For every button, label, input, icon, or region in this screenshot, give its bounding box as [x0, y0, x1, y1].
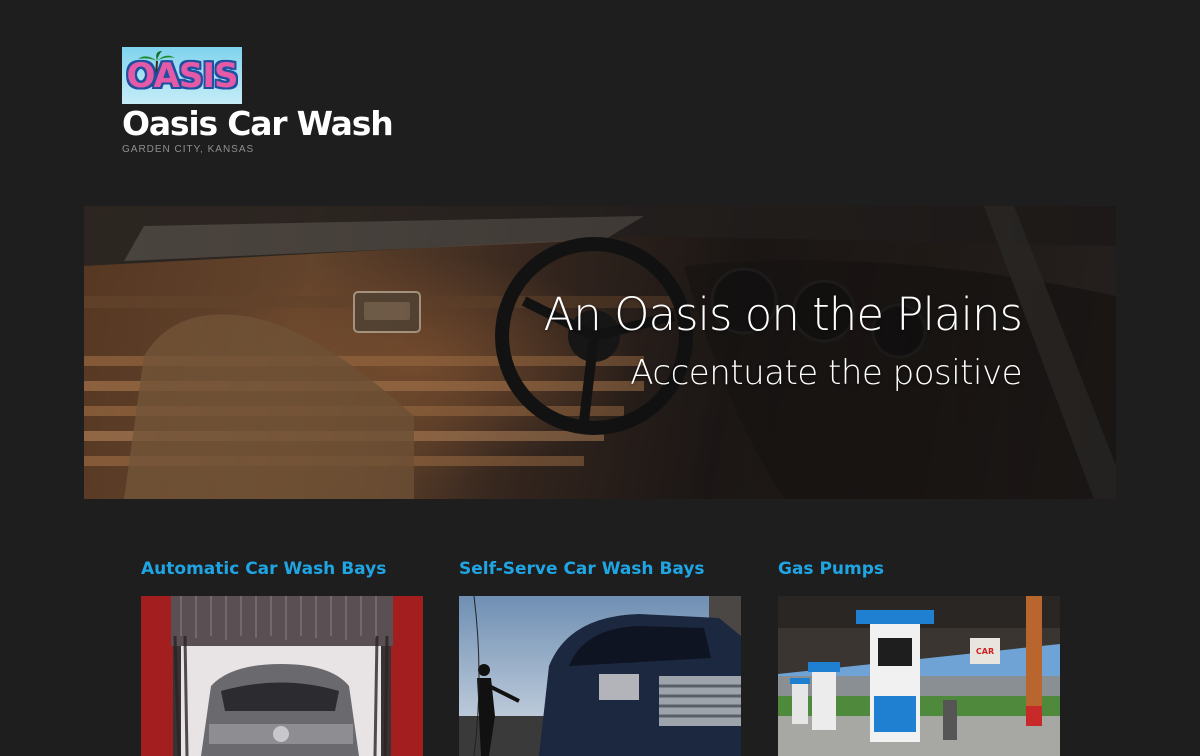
site-logo[interactable]: OASIS — [122, 47, 242, 104]
hero-subheading: Accentuate the positive — [630, 353, 1022, 393]
logo-wordmark: OASIS — [126, 56, 239, 96]
site-title[interactable]: Oasis Car Wash — [122, 104, 394, 144]
service-gas-pumps: Gas Pumps CAR — [778, 556, 1060, 756]
service-self-serve: Self-Serve Car Wash Bays — [459, 556, 741, 756]
gas-station-image: CAR — [778, 596, 1060, 756]
site-tagline: GARDEN CITY, KANSAS — [122, 144, 255, 155]
hero-heading: An Oasis on the Plains — [543, 288, 1023, 341]
service-title-automatic[interactable]: Automatic Car Wash Bays — [141, 556, 423, 582]
service-automatic: Automatic Car Wash Bays — [141, 556, 423, 756]
service-title-gas-pumps[interactable]: Gas Pumps — [778, 556, 1060, 582]
gas-pumps-photo[interactable]: CAR — [778, 596, 1060, 756]
hero-banner: An Oasis on the Plains Accentuate the po… — [84, 206, 1116, 499]
svg-text:CAR: CAR — [976, 647, 994, 656]
service-title-self-serve[interactable]: Self-Serve Car Wash Bays — [459, 556, 741, 582]
automatic-wash-photo[interactable] — [141, 596, 423, 756]
car-in-wash-image — [141, 596, 423, 756]
self-serve-wash-photo[interactable] — [459, 596, 741, 756]
truck-self-serve-image — [459, 596, 741, 756]
